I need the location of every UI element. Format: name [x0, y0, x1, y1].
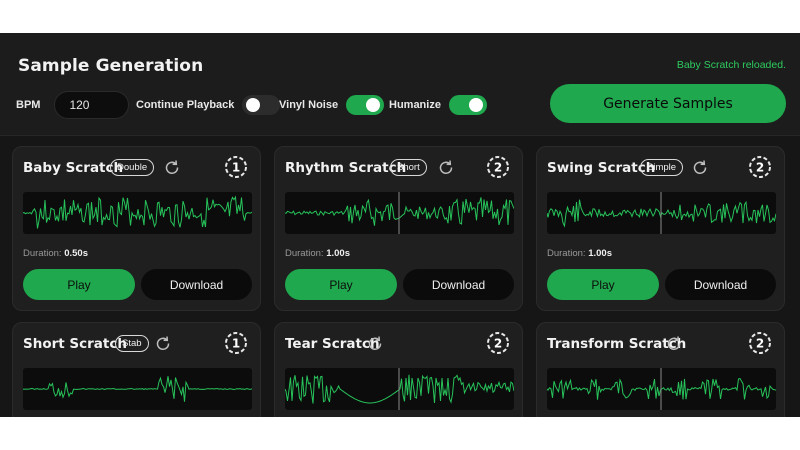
toggle-knob: [468, 98, 483, 112]
refresh-icon[interactable]: [163, 158, 181, 176]
humanize-label: Humanize: [389, 99, 441, 111]
refresh-icon[interactable]: [154, 334, 172, 352]
variation-count: 2: [494, 161, 502, 175]
app-window: Sample Generation Baby Scratch reloaded.…: [0, 33, 800, 417]
card-title: Rhythm Scratch: [285, 160, 407, 176]
duration-value: 1.00s: [588, 248, 612, 259]
duration-label: Duration:: [547, 248, 586, 259]
variation-counter-icon: 2: [487, 332, 509, 354]
waveform-trace: [23, 376, 252, 402]
variation-counter-icon: 1: [225, 332, 247, 354]
sample-card-rhythm-scratch: Rhythm Scratch Short 2 Duration: 1.00s P…: [274, 146, 523, 311]
pattern-badge: Stab: [115, 335, 149, 352]
variation-counter-icon: 2: [749, 332, 771, 354]
refresh-icon[interactable]: [691, 158, 709, 176]
refresh-icon[interactable]: [366, 334, 384, 352]
refresh-icon[interactable]: [665, 334, 683, 352]
duration-value: 1.00s: [326, 248, 350, 259]
status-message: Baby Scratch reloaded.: [676, 59, 786, 71]
pattern-badge: Double: [110, 159, 155, 176]
play-button[interactable]: Play: [547, 269, 659, 300]
variation-counter-icon: 2: [749, 156, 771, 178]
download-button[interactable]: Download: [665, 269, 776, 300]
humanize-control: Humanize: [389, 91, 487, 119]
variation-count: 2: [756, 161, 764, 175]
card-title: Baby Scratch: [23, 160, 124, 176]
download-button[interactable]: Download: [141, 269, 252, 300]
card-title: Short Scratch: [23, 336, 127, 352]
continue-playback-toggle[interactable]: [242, 95, 281, 115]
variation-counter-icon: 1: [225, 156, 247, 178]
generate-samples-button[interactable]: Generate Samples: [550, 84, 786, 123]
waveform: [285, 368, 514, 410]
sample-card-tear-scratch: Tear Scratch 2: [274, 322, 523, 417]
vinyl-noise-toggle[interactable]: [346, 95, 385, 115]
toggle-knob: [366, 98, 381, 112]
waveform: [23, 368, 252, 410]
duration-value: 0.50s: [64, 248, 88, 259]
sample-card-baby-scratch: Baby Scratch Double 1 Duration: 0.50s Pl…: [12, 146, 261, 311]
waveform-trace: [23, 195, 252, 229]
sample-card-swing-scratch: Swing Scratch Simple 2 Duration: 1.00s P…: [536, 146, 785, 311]
bpm-input[interactable]: [54, 91, 130, 119]
control-bar: Sample Generation Baby Scratch reloaded.…: [0, 33, 800, 136]
play-button[interactable]: Play: [285, 269, 397, 300]
duration-text: Duration: 1.00s: [547, 248, 612, 259]
variation-count: 2: [494, 337, 502, 351]
duration-text: Duration: 0.50s: [23, 248, 88, 259]
variation-count: 1: [232, 161, 240, 175]
bpm-label: BPM: [16, 99, 41, 111]
variation-count: 1: [232, 337, 240, 351]
continue-playback-label: Continue Playback: [136, 99, 235, 111]
pattern-badge: Simple: [640, 159, 684, 176]
play-button[interactable]: Play: [23, 269, 135, 300]
bpm-control: BPM: [16, 91, 130, 119]
variation-count: 2: [756, 337, 764, 351]
waveform: [23, 192, 252, 234]
continue-playback-control: Continue Playback: [136, 91, 281, 119]
refresh-icon[interactable]: [437, 158, 455, 176]
page-title: Sample Generation: [18, 56, 204, 76]
sample-card-short-scratch: Short Scratch Stab 1: [12, 322, 261, 417]
variation-counter-icon: 2: [487, 156, 509, 178]
duration-text: Duration: 1.00s: [285, 248, 350, 259]
vinyl-noise-label: Vinyl Noise: [279, 99, 339, 111]
waveform: [547, 368, 776, 410]
waveform: [285, 192, 514, 234]
vinyl-noise-control: Vinyl Noise: [279, 91, 385, 119]
duration-label: Duration:: [285, 248, 324, 259]
waveform: [547, 192, 776, 234]
sample-card-transform-scratch: Transform Scratch 2: [536, 322, 785, 417]
download-button[interactable]: Download: [403, 269, 514, 300]
duration-label: Duration:: [23, 248, 62, 259]
toggle-knob: [246, 98, 261, 112]
humanize-toggle[interactable]: [448, 95, 487, 115]
pattern-badge: Short: [390, 159, 427, 176]
